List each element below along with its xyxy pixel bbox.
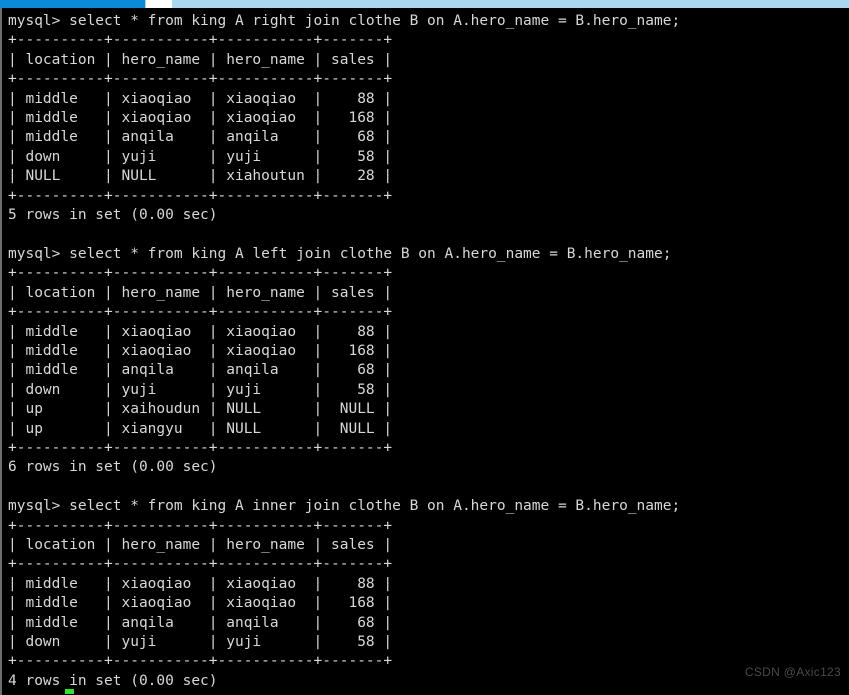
horizontal-scrollbar[interactable] xyxy=(0,0,849,8)
terminal-cursor xyxy=(65,689,74,694)
terminal-window[interactable]: mysql> select * from king A right join c… xyxy=(0,8,849,695)
scrollbar-track-filled[interactable] xyxy=(0,0,145,8)
console-output: mysql> select * from king A right join c… xyxy=(8,13,681,689)
scrollbar-track[interactable] xyxy=(172,0,849,8)
watermark-text: CSDN @Axic123 xyxy=(744,665,841,679)
scrollbar-thumb[interactable] xyxy=(146,0,172,8)
